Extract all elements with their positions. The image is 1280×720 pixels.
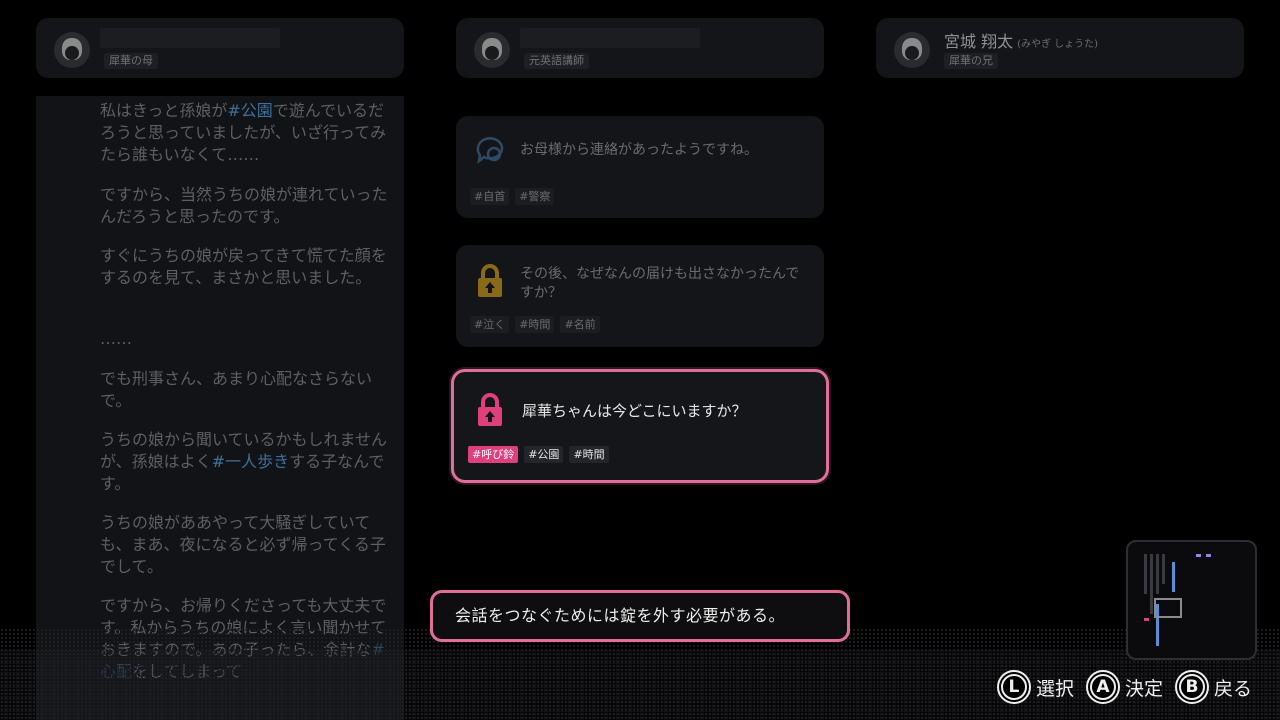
minimap-marker bbox=[1196, 554, 1201, 557]
tag: #自首 bbox=[470, 188, 510, 205]
tag-list: #泣く #時間 #名前 bbox=[470, 316, 600, 333]
tag-list: #呼び鈴 #公園 #時間 bbox=[468, 446, 609, 463]
question-text: その後、なぜなんの届けも出さなかったんですか？ bbox=[520, 266, 800, 301]
hint-message: 会話をつなぐためには錠を外す必要がある。 bbox=[430, 590, 850, 642]
tag: #警察 bbox=[515, 188, 555, 205]
character-role: 元英語講師 bbox=[524, 53, 589, 69]
dialogue-paragraph: すぐにうちの娘が戻ってきて慌てた顔をするのを見て、まさかと思いました。 bbox=[100, 246, 387, 287]
tag: #泣く bbox=[470, 316, 510, 333]
l-button-icon: L bbox=[996, 670, 1031, 704]
character-card-mother[interactable]: 犀華の母 bbox=[36, 18, 404, 78]
minimap-bar bbox=[1162, 554, 1165, 584]
name-redacted bbox=[520, 28, 700, 48]
minimap-marker bbox=[1206, 554, 1211, 557]
minimap[interactable] bbox=[1126, 540, 1257, 660]
a-button-icon: A bbox=[1085, 670, 1120, 704]
dialogue-paragraph: 私はきっと孫娘が#公園で遊んでいるだろうと思っていましたが、いざ行ってみたら誰も… bbox=[100, 101, 387, 164]
character-card-brother[interactable]: 宮城 翔太 (みやぎ しょうた) 犀華の兄 bbox=[876, 18, 1244, 78]
padlock-icon bbox=[478, 393, 502, 426]
tag: #公園 bbox=[524, 446, 564, 463]
dialogue-paragraph: うちの娘がああやって大騒ぎしていても、まあ、夜になると必ず帰ってくる子でして。 bbox=[100, 513, 386, 576]
padlock-icon bbox=[478, 264, 502, 297]
tag-list: #自首 #警察 bbox=[470, 188, 555, 205]
tag: #時間 bbox=[569, 446, 609, 463]
dialogue-paragraph: ですから、当然うちの娘が連れていったんだろうと思ったのです。 bbox=[100, 185, 388, 226]
tag: #名前 bbox=[560, 316, 600, 333]
brother-avatar bbox=[894, 32, 930, 68]
question-card-locked[interactable]: その後、なぜなんの届けも出さなかったんですか？ #泣く #時間 #名前 bbox=[456, 245, 824, 347]
tag-highlighted: #呼び鈴 bbox=[468, 446, 519, 463]
question-card[interactable]: お母様から連絡があったようですね。 #自首 #警察 bbox=[456, 116, 824, 218]
dialogue-log[interactable]: 私はきっと孫娘が#公園で遊んでいるだろうと思っていましたが、いざ行ってみたら誰も… bbox=[36, 96, 404, 720]
character-role: 犀華の母 bbox=[104, 53, 158, 69]
minimap-viewport bbox=[1154, 598, 1182, 618]
question-text: お母様から連絡があったようですね。 bbox=[520, 142, 758, 158]
question-text: 犀華ちゃんは今どこにいますか？ bbox=[522, 402, 747, 420]
teacher-avatar bbox=[474, 32, 510, 68]
tag: #時間 bbox=[515, 316, 555, 333]
control-confirm[interactable]: A 決定 bbox=[1085, 670, 1163, 704]
keyword-link[interactable]: #一人歩き bbox=[212, 452, 289, 471]
minimap-bar bbox=[1144, 554, 1147, 594]
mother-avatar bbox=[54, 32, 90, 68]
control-hints: L 選択 A 決定 B 戻る bbox=[996, 670, 1252, 704]
dialogue-paragraph: でも刑事さん、あまり心配なさらないで。 bbox=[100, 369, 373, 410]
character-name: 宮城 翔太 (みやぎ しょうた) bbox=[944, 32, 1099, 51]
question-card-selected[interactable]: 犀華ちゃんは今どこにいますか？ #呼び鈴 #公園 #時間 bbox=[451, 369, 829, 483]
dialogue-paragraph: ですから、お帰りくださっても大丈夫です。私からうちの娘によく言い聞かせておきます… bbox=[100, 596, 387, 681]
character-card-teacher[interactable]: 元英語講師 bbox=[456, 18, 824, 78]
keyword-link[interactable]: #公園 bbox=[227, 101, 272, 120]
minimap-bar-active bbox=[1172, 562, 1175, 592]
name-redacted bbox=[100, 28, 280, 48]
minimap-marker bbox=[1144, 618, 1149, 621]
speech-bubble-icon bbox=[476, 137, 504, 165]
dialogue-paragraph: うちの娘から聞いているかもしれませんが、孫娘はよく#一人歩きする子なんです。 bbox=[100, 430, 388, 493]
control-select[interactable]: L 選択 bbox=[996, 670, 1074, 704]
b-button-icon: B bbox=[1174, 670, 1209, 704]
minimap-bar bbox=[1156, 554, 1159, 594]
dialogue-paragraph: …… bbox=[100, 329, 132, 348]
control-back[interactable]: B 戻る bbox=[1174, 670, 1252, 704]
character-role: 犀華の兄 bbox=[944, 53, 998, 69]
minimap-bar bbox=[1150, 554, 1153, 614]
